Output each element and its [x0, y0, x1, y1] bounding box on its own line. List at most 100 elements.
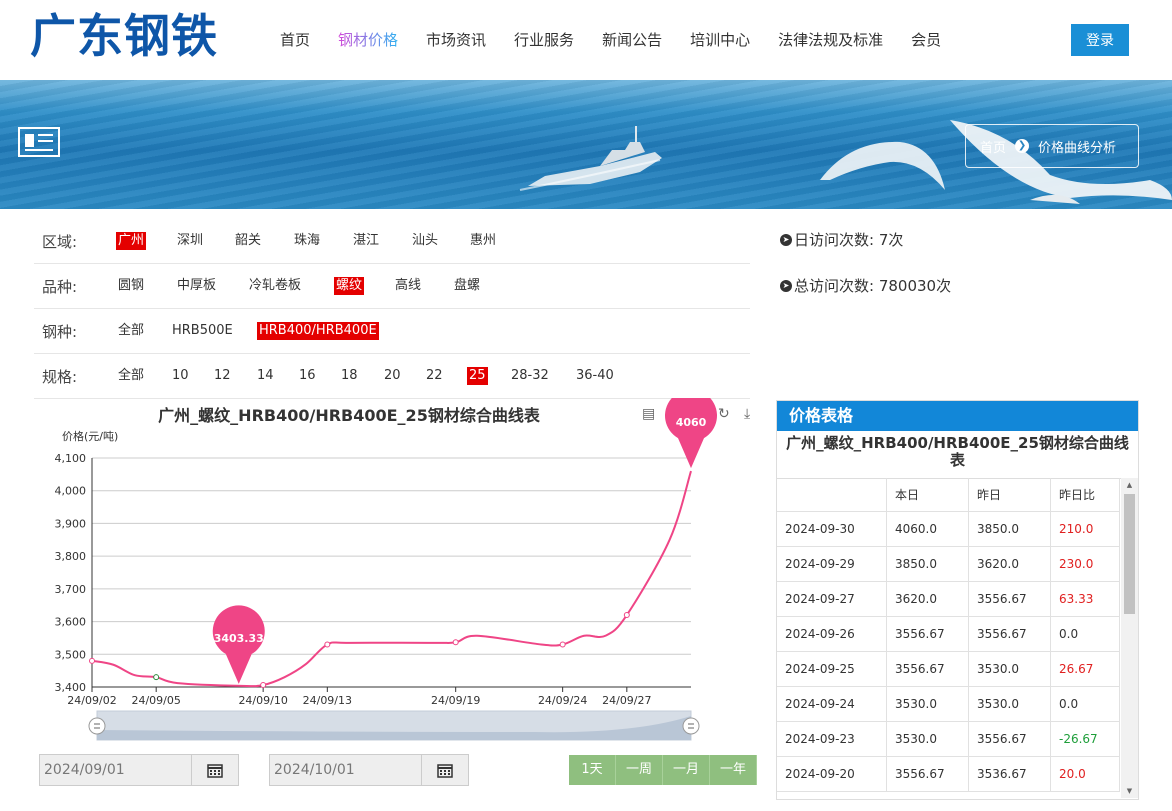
table-cell: 230.0 — [1051, 547, 1120, 581]
filter-option[interactable]: 中厚板 — [175, 277, 218, 295]
range-button[interactable]: 一周 — [616, 755, 663, 785]
filter-row-spec: 规格: 全部 10 12 14 16 18 20 22 25 28-32 36-40 — [34, 354, 750, 399]
price-table-title: 广州_螺纹_HRB400/HRB400E_25钢材综合曲线表 — [777, 431, 1138, 479]
filter-panel: 区域: 广州 深圳 韶关 珠海 湛江 汕头 惠州 品种: 圆钢 中厚板 冷轧卷板 螺纹 高线 盘螺 钢… — [34, 219, 750, 399]
daily-visits-text: 日访问次数: 7次 — [794, 231, 904, 249]
table-cell: 3536.67 — [969, 757, 1051, 791]
filter-option[interactable]: 湛江 — [351, 232, 381, 250]
nav-item[interactable]: 行业服务 — [514, 28, 574, 52]
zoom-handle[interactable] — [88, 717, 106, 735]
data-point — [153, 674, 160, 681]
filter-row-region: 区域: 广州 深圳 韶关 珠海 湛江 汕头 惠州 — [34, 219, 750, 264]
range-button[interactable]: 一年 — [710, 755, 757, 785]
table-cell: 2024-09-29 — [777, 547, 887, 581]
x-tick-label: 24/09/13 — [303, 694, 352, 707]
filter-option[interactable]: 韶关 — [233, 232, 263, 250]
table-cell: 2024-09-26 — [777, 617, 887, 651]
nav-item[interactable]: 钢材价格 — [338, 28, 398, 52]
table-cell: 2024-09-23 — [777, 722, 887, 756]
column-header: 昨日 — [969, 478, 1051, 511]
nav-item[interactable]: 市场资讯 — [426, 28, 486, 52]
data-point — [324, 641, 331, 648]
breadcrumb-home[interactable]: 首页 — [980, 137, 1006, 156]
table-cell: 2024-09-20 — [777, 757, 887, 791]
filter-option[interactable]: 广州 — [116, 232, 147, 250]
price-table-panel: 价格表格 广州_螺纹_HRB400/HRB400E_25钢材综合曲线表 本日 昨日… — [776, 400, 1139, 800]
filter-option[interactable]: 圆钢 — [116, 277, 146, 295]
table-cell: 3620.0 — [887, 582, 969, 616]
start-date-input[interactable] — [40, 755, 196, 785]
filter-option[interactable]: 惠州 — [468, 232, 498, 250]
filter-option[interactable]: 16 — [297, 367, 318, 385]
y-tick-label: 3,900 — [55, 517, 87, 530]
nav-item[interactable]: 首页 — [280, 28, 310, 52]
filter-option[interactable]: 全部 — [116, 322, 146, 340]
data-point — [89, 657, 95, 664]
column-header: 本日 — [887, 478, 969, 511]
table-cell: 3850.0 — [969, 512, 1051, 546]
filter-option[interactable]: 冷轧卷板 — [247, 277, 303, 295]
table-header-row: 本日 昨日 昨日比 — [777, 478, 1120, 512]
table-scrollbar[interactable]: ▲ ▼ — [1121, 478, 1138, 798]
scroll-down-icon[interactable]: ▼ — [1121, 784, 1138, 798]
filter-option[interactable]: 25 — [467, 367, 488, 385]
filter-option[interactable]: 螺纹 — [334, 277, 365, 295]
calendar-icon[interactable] — [191, 755, 238, 785]
filter-option[interactable]: 12 — [212, 367, 233, 385]
nav-item[interactable]: 会员 — [911, 28, 941, 52]
zoom-handle[interactable] — [682, 717, 700, 735]
table-cell: 3556.67 — [887, 617, 969, 651]
end-date-input[interactable] — [270, 755, 426, 785]
x-tick-label: 24/09/02 — [67, 694, 116, 707]
nav-item[interactable]: 法律法规及标准 — [778, 28, 883, 52]
filter-label: 钢种: — [42, 322, 78, 341]
filter-option[interactable]: 18 — [339, 367, 360, 385]
table-row: 2024-09-24 3530.0 3530.0 0.0 — [777, 687, 1120, 722]
filter-label: 区域: — [42, 232, 78, 251]
filter-option[interactable]: 全部 — [116, 367, 146, 385]
y-tick-label: 4,100 — [55, 452, 87, 465]
table-row: 2024-09-23 3530.0 3556.67 -26.67 — [777, 722, 1120, 757]
scrollbar-thumb[interactable] — [1124, 494, 1135, 614]
x-tick-label: 24/09/19 — [431, 694, 480, 707]
filter-option[interactable]: HRB500E — [170, 322, 235, 340]
filter-option[interactable]: HRB400/HRB400E — [257, 322, 379, 340]
table-cell: 3530.0 — [969, 687, 1051, 721]
x-tick-label: 24/09/24 — [538, 694, 587, 707]
filter-option[interactable]: 10 — [170, 367, 191, 385]
table-cell: 4060.0 — [887, 512, 969, 546]
filter-option[interactable]: 14 — [255, 367, 276, 385]
daily-visits: ➤ 日访问次数: 7次 — [780, 229, 903, 250]
filter-option[interactable]: 22 — [424, 367, 445, 385]
nav-item[interactable]: 培训中心 — [690, 28, 750, 52]
filter-option[interactable]: 28-32 — [509, 367, 551, 385]
y-axis-label: 价格(元/吨) — [62, 429, 118, 443]
arrow-right-circle-icon: ➤ — [780, 233, 792, 246]
calendar-icon[interactable] — [421, 755, 468, 785]
min-marker: 3403.33 — [212, 605, 265, 684]
filter-option[interactable]: 高线 — [393, 277, 423, 295]
table-cell: 2024-09-27 — [777, 582, 887, 616]
scroll-up-icon[interactable]: ▲ — [1121, 478, 1138, 492]
range-button[interactable]: 一月 — [663, 755, 710, 785]
y-tick-label: 3,400 — [55, 681, 87, 694]
arrow-right-circle-icon: ➤ — [780, 279, 792, 292]
filter-option[interactable]: 36-40 — [574, 367, 616, 385]
range-button[interactable]: 1天 — [569, 755, 616, 785]
filter-option[interactable]: 盘螺 — [452, 277, 482, 295]
table-cell: 3556.67 — [969, 582, 1051, 616]
table-cell: 210.0 — [1051, 512, 1120, 546]
table-row: 2024-09-25 3556.67 3530.0 26.67 — [777, 652, 1120, 687]
filter-option[interactable]: 20 — [382, 367, 403, 385]
news-icon — [18, 127, 60, 157]
filter-option[interactable]: 深圳 — [175, 232, 205, 250]
login-button[interactable]: 登录 — [1071, 24, 1129, 56]
table-cell: 26.67 — [1051, 652, 1120, 686]
filter-row-variety: 品种: 圆钢 中厚板 冷轧卷板 螺纹 高线 盘螺 — [34, 264, 750, 309]
filter-label: 规格: — [42, 367, 78, 386]
nav-item[interactable]: 新闻公告 — [602, 28, 662, 52]
filter-option[interactable]: 汕头 — [410, 232, 440, 250]
range-buttons: 1天 一周 一月 一年 — [569, 755, 757, 785]
filter-option[interactable]: 珠海 — [292, 232, 322, 250]
site-logo[interactable]: 广东钢铁 — [30, 8, 218, 64]
